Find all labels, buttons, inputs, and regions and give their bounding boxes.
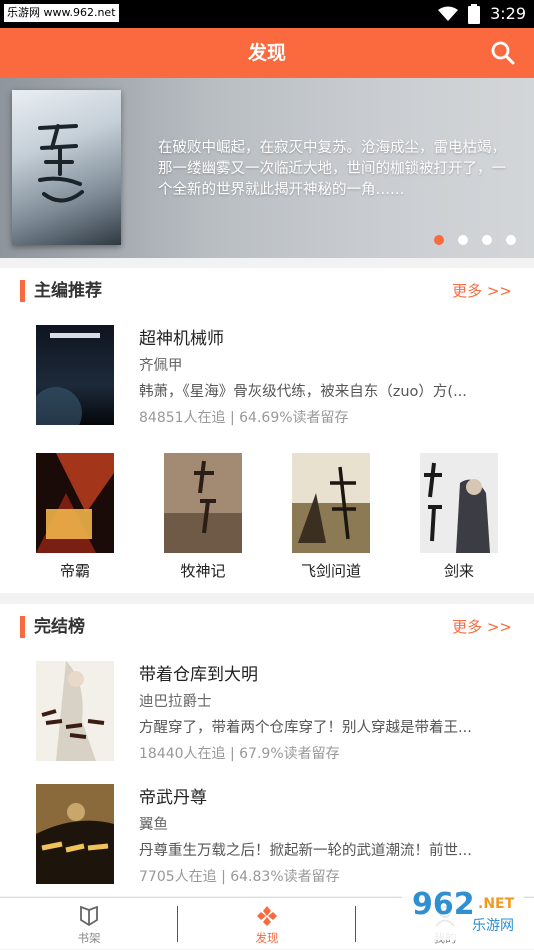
search-icon[interactable] xyxy=(490,40,516,66)
book-author: 迪巴拉爵士 xyxy=(139,694,212,710)
app-header: 发现 xyxy=(0,28,534,78)
more-link[interactable]: 更多 >> xyxy=(452,616,512,638)
book-stats: 84851人在追 | 64.69%读者留存 xyxy=(139,410,349,426)
section-header: 主编推荐 更多 >> xyxy=(0,268,534,316)
book-intro: 方醒穿了，带着两个仓库穿了！别人穿越是带着王... xyxy=(139,720,472,736)
tab-label: 书架 xyxy=(77,931,101,945)
finished-section: 完结榜 更多 >> 带着仓库到大明 迪巴拉爵士 方醒穿了，带着两个仓库穿了！别人… xyxy=(0,604,534,896)
svg-text:乐游网: 乐游网 xyxy=(472,918,514,934)
carousel-indicator xyxy=(434,235,516,245)
book-title: 飞剑问道 xyxy=(300,562,361,580)
book-cover xyxy=(36,325,114,425)
carousel-dot[interactable] xyxy=(434,235,444,245)
grid-book[interactable]: 飞剑问道 xyxy=(292,453,370,583)
book-author: 齐佩甲 xyxy=(139,358,183,374)
carousel-dot[interactable] xyxy=(482,235,492,245)
section-title: 主编推荐 xyxy=(34,281,102,301)
book-title: 帝武丹尊 xyxy=(139,788,207,808)
tab-discover[interactable]: 发现 xyxy=(178,898,356,950)
more-link[interactable]: 更多 >> xyxy=(452,280,512,302)
site-watermark-logo: 962 .NET 乐游网 xyxy=(402,876,524,940)
book-author: 翼鱼 xyxy=(139,817,168,833)
book-cover xyxy=(420,453,498,553)
svg-text:962: 962 xyxy=(412,887,475,922)
status-bar: 乐游网 www.962.net 3:29 xyxy=(0,0,534,28)
banner-description: 在破败中崛起，在寂灭中复苏。沧海成尘，雷电枯竭，那一缕幽雾又一次临近大地，世间的… xyxy=(158,140,506,198)
wifi-icon xyxy=(438,6,459,21)
book-intro: 丹尊重生万载之后！掀起新一轮的武道潮流！前世... xyxy=(139,843,472,859)
finished-book[interactable]: 带着仓库到大明 迪巴拉爵士 方醒穿了，带着两个仓库穿了！别人穿越是带着王... … xyxy=(0,661,534,771)
banner-book-cover[interactable] xyxy=(12,90,121,245)
section-accent-bar xyxy=(20,616,25,638)
book-cover xyxy=(36,661,114,761)
book-stats: 7705人在追 | 64.83%读者留存 xyxy=(139,869,340,885)
discover-grid-icon xyxy=(257,906,277,926)
svg-text:.NET: .NET xyxy=(478,896,515,912)
grid-book[interactable]: 牧神记 xyxy=(164,453,242,583)
book-title: 牧神记 xyxy=(180,562,226,580)
tab-label: 发现 xyxy=(255,931,279,945)
section-header: 完结榜 更多 >> xyxy=(0,604,534,652)
section-accent-bar xyxy=(20,280,25,302)
grid-book[interactable]: 剑来 xyxy=(420,453,498,583)
grid-book[interactable]: 帝霸 xyxy=(36,453,114,583)
watermark-label: 乐游网 www.962.net xyxy=(4,4,119,22)
book-title: 超神机械师 xyxy=(139,329,224,349)
section-title: 完结榜 xyxy=(34,617,85,637)
banner-carousel[interactable]: 在破败中崛起，在寂灭中复苏。沧海成尘，雷电枯竭，那一缕幽雾又一次临近大地，世间的… xyxy=(0,78,534,258)
book-intro: 韩萧，《星海》骨灰级代练，被来自东（zuo）方(... xyxy=(139,384,467,400)
featured-book[interactable]: 超神机械师 齐佩甲 韩萧，《星海》骨灰级代练，被来自东（zuo）方(... 84… xyxy=(0,325,534,435)
bookmark-shield-icon xyxy=(80,905,98,927)
carousel-dot[interactable] xyxy=(458,235,468,245)
battery-icon xyxy=(468,4,481,24)
book-title: 带着仓库到大明 xyxy=(139,665,258,685)
book-title: 剑来 xyxy=(443,562,474,580)
page-title: 发现 xyxy=(247,42,286,64)
cover-calligraphy xyxy=(38,124,84,203)
editor-pick-section: 主编推荐 更多 >> 超神机械师 齐佩甲 韩萧，《星海》骨灰级代练，被来自东（z… xyxy=(0,268,534,593)
book-title: 帝霸 xyxy=(59,562,90,580)
clock: 3:29 xyxy=(490,4,526,23)
book-stats: 18440人在追 | 67.9%读者留存 xyxy=(139,746,340,762)
book-cover xyxy=(36,784,114,884)
carousel-dot[interactable] xyxy=(506,235,516,245)
tab-bookshelf[interactable]: 书架 xyxy=(0,898,178,950)
book-cover xyxy=(292,453,370,553)
book-cover xyxy=(164,453,242,553)
book-grid: 帝霸 牧神记 飞剑问道 剑来 xyxy=(0,453,534,583)
book-cover xyxy=(36,453,114,553)
